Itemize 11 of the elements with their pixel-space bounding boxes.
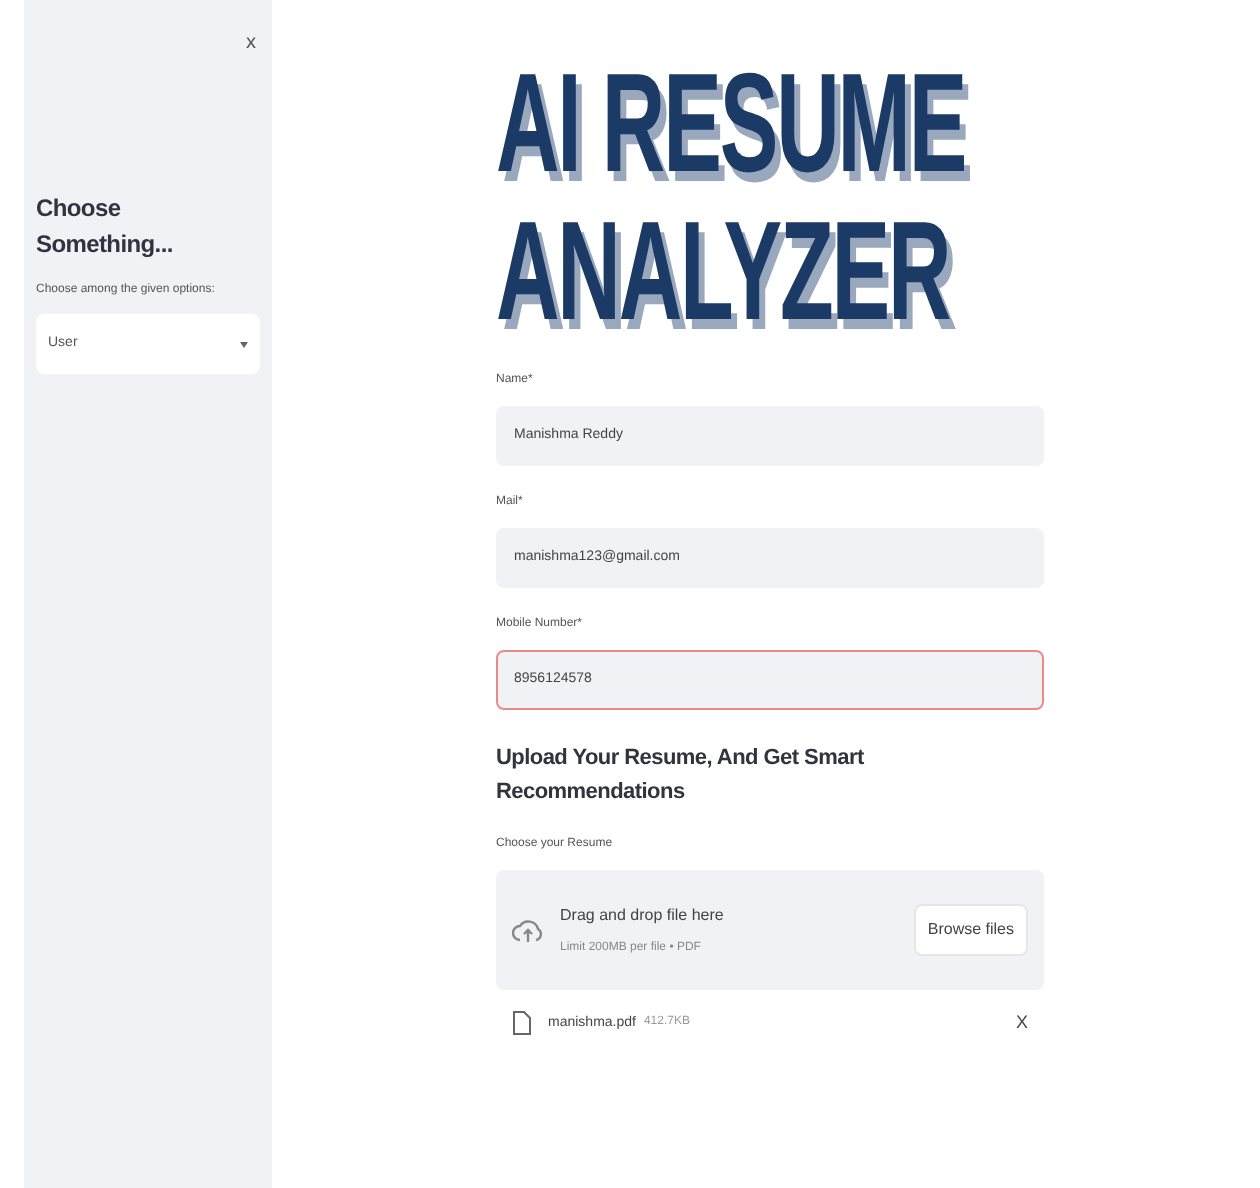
upload-heading: Upload Your Resume, And Get Smart Recommendations [496,744,866,807]
remove-file-button[interactable]: X [1015,1010,1028,1037]
logo-text: AI RESUME [496,56,966,197]
drop-text: Drag and drop file here [560,903,724,927]
sidebar-title: Choose Something... [36,192,175,262]
file-icon [512,1010,532,1037]
logo-text: ANALYZER [496,204,950,345]
close-button[interactable]: x [242,28,260,58]
browse-files-button[interactable]: Browse files [913,904,1028,956]
upload-cloud-icon [512,916,544,944]
caret-icon [240,341,248,347]
